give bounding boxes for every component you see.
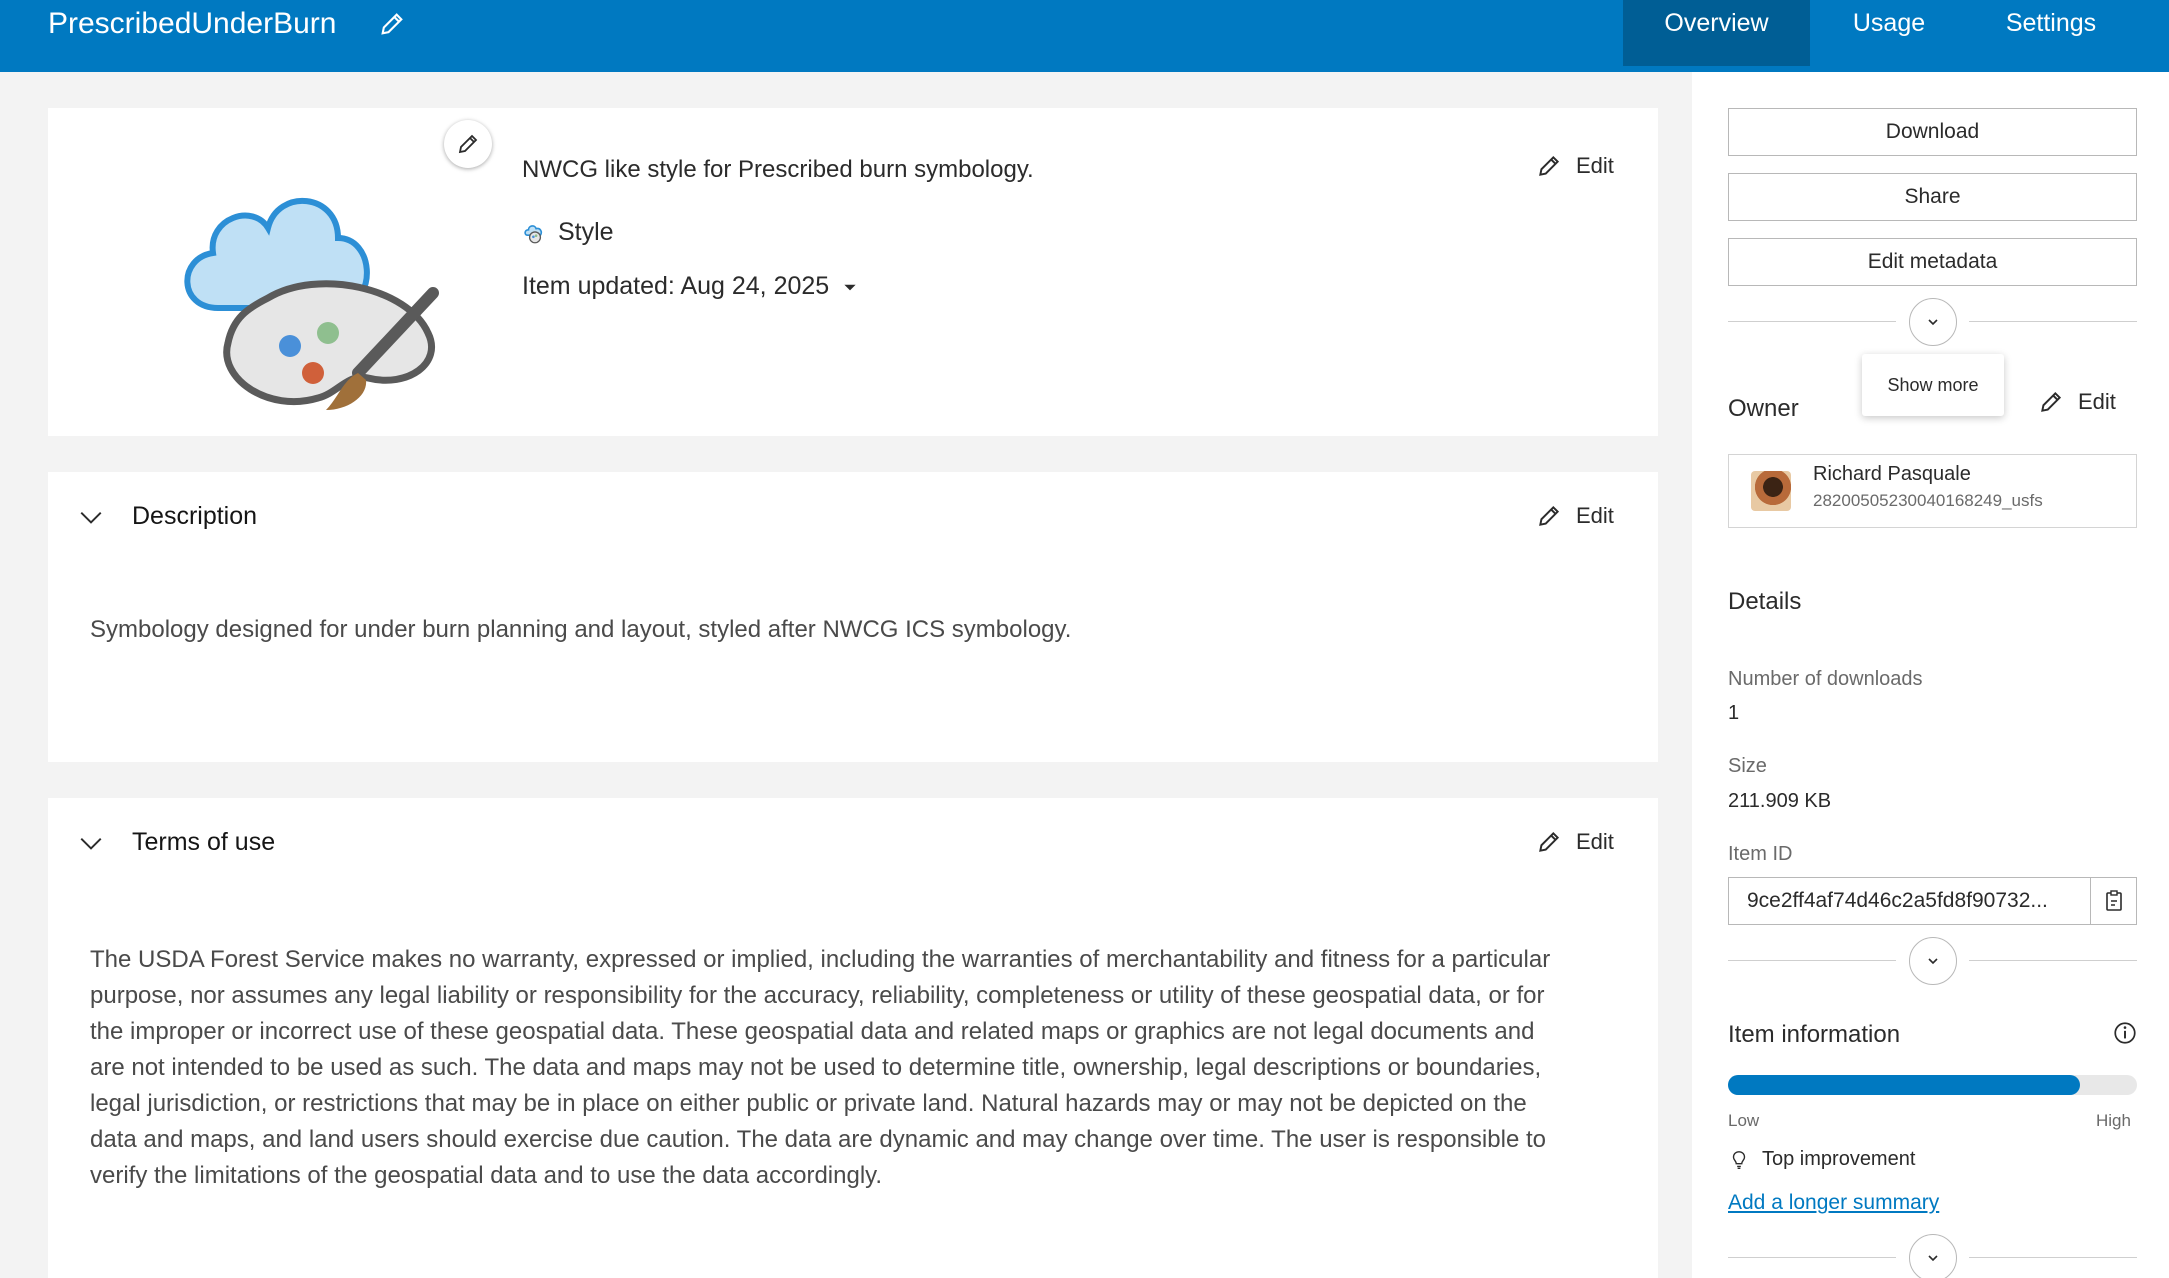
divider <box>1728 321 1896 322</box>
edit-label: Edit <box>1576 503 1614 528</box>
item-id-field[interactable]: 9ce2ff4af74d46c2a5fd8f90732... <box>1728 877 2137 925</box>
info-icon[interactable] <box>2112 1020 2138 1051</box>
owner-card[interactable]: Richard Pasquale 28200505230040168249_us… <box>1728 454 2137 528</box>
expand-details-button[interactable] <box>1909 937 1957 985</box>
caret-down-icon <box>844 284 856 290</box>
pencil-icon <box>1539 831 1560 852</box>
tab-usage[interactable]: Usage <box>1812 0 1966 66</box>
terms-header[interactable]: Terms of use <box>78 828 275 857</box>
edit-terms-button[interactable]: Edit <box>1536 829 1614 855</box>
copy-button[interactable] <box>2090 878 2136 924</box>
chevron-down-icon <box>1928 1255 1938 1262</box>
divider <box>1728 1257 1896 1258</box>
progress-fill <box>1728 1075 2080 1095</box>
owner-name: Richard Pasquale <box>1813 463 1971 485</box>
pencil-icon <box>2041 391 2062 412</box>
chevron-down-icon <box>80 511 102 524</box>
edit-summary-button[interactable]: Edit <box>1536 153 1614 179</box>
top-improvement: Top improvement <box>1728 1148 1915 1171</box>
item-summary: NWCG like style for Prescribed burn symb… <box>522 156 1034 183</box>
size-value: 211.909 KB <box>1728 790 1832 812</box>
chevron-down-icon <box>80 837 102 850</box>
description-header[interactable]: Description <box>78 502 257 531</box>
divider <box>1728 960 1896 961</box>
owner-heading: Owner <box>1728 395 1799 422</box>
summary-card: NWCG like style for Prescribed burn symb… <box>48 108 1658 436</box>
share-button[interactable]: Share <box>1728 173 2137 221</box>
terms-line: data and maps, and land users should exe… <box>90 1126 1546 1153</box>
item-updated-text: Item updated: Aug 24, 2025 <box>522 272 830 300</box>
download-button[interactable]: Download <box>1728 108 2137 156</box>
avatar <box>1751 471 1791 511</box>
item-information-progress <box>1728 1075 2137 1095</box>
terms-heading: Terms of use <box>132 828 276 856</box>
expand-item-information-button[interactable] <box>1909 1234 1957 1278</box>
sidebar: Download Share Edit metadata Show more O… <box>1692 72 2169 1278</box>
downloads-value: 1 <box>1728 702 1740 724</box>
divider <box>1969 1257 2137 1258</box>
description-text: Symbology designed for under burn planni… <box>90 616 1072 643</box>
item-id-label: Item ID <box>1728 843 1793 865</box>
edit-owner-button[interactable]: Edit <box>2038 389 2116 415</box>
edit-description-button[interactable]: Edit <box>1536 503 1614 529</box>
progress-low-label: Low <box>1728 1111 1760 1130</box>
pencil-icon <box>1539 505 1560 526</box>
top-improvement-label: Top improvement <box>1762 1148 1916 1170</box>
terms-line: the improper or incorrect use of these g… <box>90 1018 1535 1045</box>
style-thumbnail <box>158 148 458 428</box>
description-card: Description Edit Symbology designed for … <box>48 472 1658 762</box>
details-heading: Details <box>1728 588 1802 615</box>
terms-line: are not intended to be used as such. The… <box>90 1054 1542 1081</box>
tab-settings[interactable]: Settings <box>1966 0 2136 66</box>
edit-title-icon[interactable] <box>378 10 406 38</box>
item-type-label: Style <box>558 218 614 246</box>
edit-label: Edit <box>2078 389 2116 414</box>
terms-line: legal jurisdiction, or restrictions that… <box>90 1090 1527 1117</box>
edit-label: Edit <box>1576 153 1614 178</box>
show-more-tooltip: Show more <box>1862 354 2004 416</box>
divider <box>1969 960 2137 961</box>
item-type: Style <box>522 218 614 247</box>
add-longer-summary-link[interactable]: Add a longer summary <box>1728 1191 1939 1215</box>
item-updated[interactable]: Item updated: Aug 24, 2025 <box>522 272 859 301</box>
item-information-heading: Item information <box>1728 1021 1901 1048</box>
style-type-icon <box>524 224 543 243</box>
description-heading: Description <box>132 502 258 530</box>
owner-username: 28200505230040168249_usfs <box>1813 491 2043 510</box>
clipboard-icon <box>2105 890 2122 911</box>
item-title: PrescribedUnderBurn <box>48 7 337 40</box>
item-id-value[interactable]: 9ce2ff4af74d46c2a5fd8f90732... <box>1729 878 2090 924</box>
terms-line: The USDA Forest Service makes no warrant… <box>90 946 1551 973</box>
chevron-down-icon <box>1928 958 1938 965</box>
divider <box>1969 321 2137 322</box>
lightbulb-icon <box>1732 1150 1746 1169</box>
edit-thumbnail-button[interactable] <box>444 120 492 168</box>
edit-label: Edit <box>1576 829 1614 854</box>
terms-line: purpose, nor assumes any legal liability… <box>90 982 1545 1009</box>
tab-overview[interactable]: Overview <box>1623 0 1810 66</box>
pencil-icon <box>1539 155 1560 176</box>
size-label: Size <box>1728 755 1767 777</box>
top-bar: PrescribedUnderBurn Overview Usage Setti… <box>0 0 2169 72</box>
progress-high-label: High <box>2096 1111 2131 1130</box>
chevron-down-icon <box>1928 319 1938 326</box>
downloads-label: Number of downloads <box>1728 668 1923 690</box>
edit-metadata-button[interactable]: Edit metadata <box>1728 238 2137 286</box>
terms-text: The USDA Forest Service makes no warrant… <box>90 942 1550 1194</box>
terms-card: Terms of use Edit The USDA Forest Servic… <box>48 798 1658 1278</box>
show-more-button[interactable] <box>1909 298 1957 346</box>
terms-line: verify the limitations of the geospatial… <box>90 1162 883 1189</box>
